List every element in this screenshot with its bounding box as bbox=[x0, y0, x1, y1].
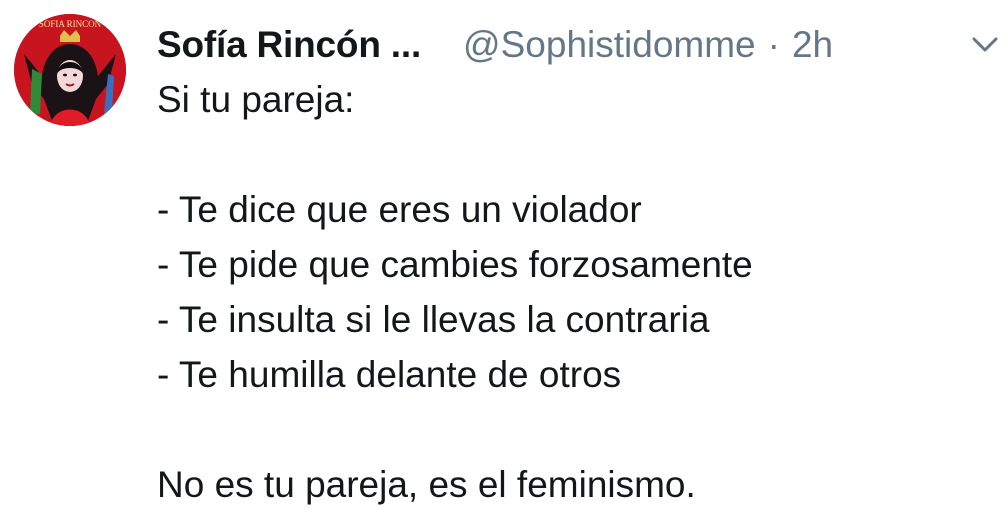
user-handle[interactable]: @Sophistidomme bbox=[463, 24, 756, 66]
avatar[interactable]: SOFIA RINCON bbox=[14, 14, 126, 126]
tweet-text: Si tu pareja: - Te dice que eres un viol… bbox=[157, 72, 997, 512]
tweet-line: - Te pide que cambies forzosamente bbox=[157, 244, 753, 285]
chevron-down-icon[interactable] bbox=[968, 32, 1002, 56]
tweet[interactable]: SOFIA RINCON Sofía Rincón ... @Sophistid… bbox=[0, 0, 1008, 528]
tweet-line: - Te humilla delante de otros bbox=[157, 354, 622, 395]
tweet-line: Si tu pareja: bbox=[157, 79, 355, 120]
tweet-line: No es tu pareja, es el feminismo. bbox=[157, 464, 696, 505]
display-name[interactable]: Sofía Rincón ... bbox=[157, 24, 421, 66]
avatar-image: SOFIA RINCON bbox=[14, 14, 126, 126]
tweet-line: - Te insulta si le llevas la contraria bbox=[157, 299, 710, 340]
tweet-header: Sofía Rincón ... @Sophistidomme · 2h bbox=[157, 22, 833, 68]
timestamp[interactable]: 2h bbox=[792, 24, 833, 66]
avatar-text: SOFIA RINCON bbox=[39, 19, 102, 29]
separator-dot: · bbox=[767, 24, 780, 65]
tweet-line: - Te dice que eres un violador bbox=[157, 189, 642, 230]
